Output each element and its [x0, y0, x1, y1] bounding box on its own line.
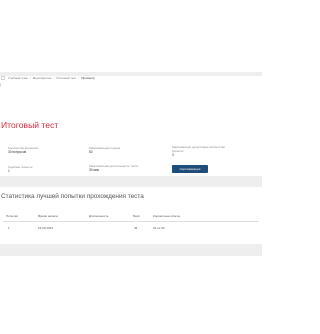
cell-score: 46	[134, 226, 138, 230]
card-edge	[0, 83, 1, 87]
section-band	[0, 176, 262, 187]
cell-attempt: 1	[8, 226, 10, 230]
cell-correct: 23 из 30	[153, 226, 165, 230]
breadcrumb-current: Просмотр	[81, 75, 95, 80]
header-card	[0, 81, 262, 121]
column-header-correct: Корректные ответы	[153, 214, 181, 218]
column-header-start-time: Время начала	[38, 214, 58, 218]
breadcrumb-item-test[interactable]: Итоговый тест	[56, 76, 76, 80]
breadcrumb-item-event[interactable]: Мероприятие	[33, 76, 52, 80]
breadcrumb-separator: /	[53, 75, 55, 80]
max-attempts-value: 3	[172, 153, 174, 157]
breadcrumb-separator: /	[78, 75, 80, 80]
certification-button[interactable]: Сертификация	[172, 165, 208, 173]
max-attempts-label: Максимально допустимое количество попыто…	[172, 145, 225, 153]
questions-value: 30 вопросов	[8, 150, 27, 154]
page: Учебный план / Мероприятие / Итоговый те…	[0, 0, 262, 334]
column-header-attempt: Попытки	[6, 214, 18, 218]
max-score-value: 60	[89, 150, 93, 154]
column-header-duration: Длительность	[89, 214, 109, 218]
column-header-score: Балл	[133, 214, 141, 218]
bottom-band	[0, 244, 262, 256]
home-icon[interactable]	[1, 76, 5, 80]
breadcrumb-item-plan[interactable]: Учебный план	[8, 76, 28, 80]
attempts-used-value: 1	[8, 169, 10, 173]
max-score-label: Максимальная оценка	[89, 146, 121, 150]
breadcrumb-separator: /	[29, 75, 31, 80]
max-duration-value: 30 мин.	[89, 168, 101, 172]
table-divider	[3, 221, 259, 222]
best-attempt-title: Статистика лучшей попытки прохождения те…	[1, 193, 144, 200]
cell-start-time: 15.09.2023	[38, 226, 54, 230]
attempts-used-label: Сделано попыток	[8, 165, 33, 169]
page-title: Итоговый тест	[1, 120, 59, 130]
